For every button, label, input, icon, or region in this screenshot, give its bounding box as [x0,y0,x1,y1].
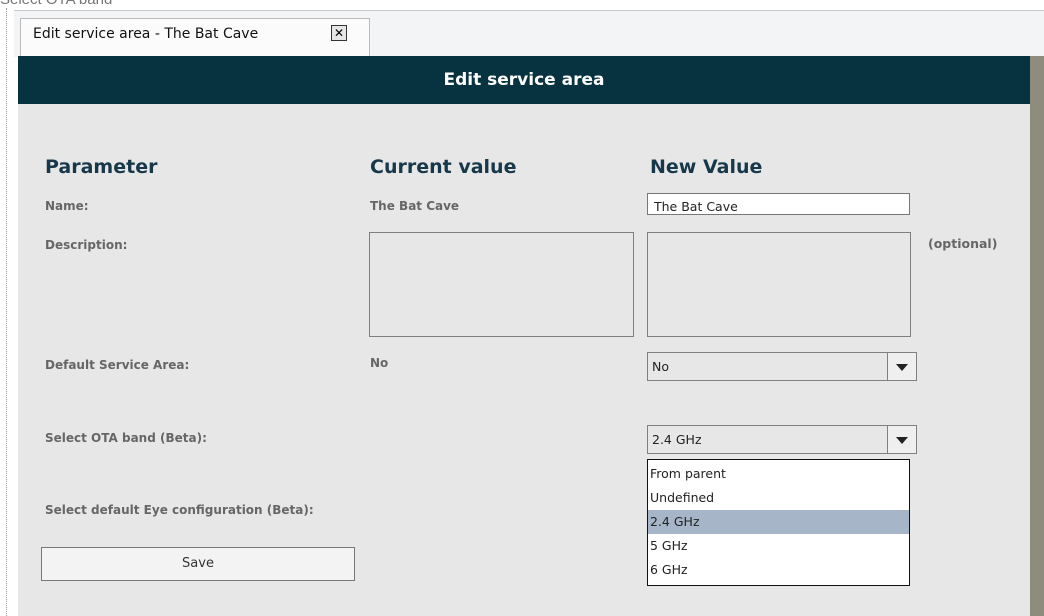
column-header-new: New Value [650,156,763,178]
ota-option-from-parent[interactable]: From parent [648,462,909,486]
name-input[interactable]: The Bat Cave [647,193,910,215]
edit-panel: Edit service area Parameter Current valu… [18,56,1030,616]
default-area-label: Default Service Area: [45,358,190,372]
ota-band-select[interactable]: 2.4 GHz [647,425,917,454]
chevron-down-icon[interactable] [887,353,916,380]
default-area-selected: No [652,359,669,374]
ota-band-dropdown: From parent Undefined 2.4 GHz 5 GHz 6 GH… [647,459,910,586]
name-label: Name: [45,199,89,213]
scrollbar-track[interactable] [1030,56,1044,616]
panel-header: Edit service area [18,56,1030,104]
column-header-current: Current value [370,156,517,178]
panel-title: Edit service area [443,70,605,90]
ota-option-6ghz[interactable]: 6 GHz [648,558,909,582]
default-area-current-value: No [370,356,389,370]
tab-edit-service-area[interactable]: Edit service area - The Bat Cave ✕ [20,18,370,56]
ota-band-selected: 2.4 GHz [652,432,702,447]
window-caption: Select OTA band [0,0,112,8]
ota-band-label: Select OTA band (Beta): [45,431,207,445]
ota-option-undefined[interactable]: Undefined [648,486,909,510]
description-label: Description: [45,238,128,252]
close-icon[interactable]: ✕ [331,25,347,41]
column-header-parameter: Parameter [45,156,158,178]
ota-option-5ghz[interactable]: 5 GHz [648,534,909,558]
description-input[interactable] [647,232,911,337]
eye-config-label: Select default Eye configuration (Beta): [45,503,314,517]
chevron-down-icon[interactable] [887,426,916,453]
default-area-select[interactable]: No [647,352,917,381]
name-current-value: The Bat Cave [370,199,460,213]
frame-border [6,8,7,616]
save-button[interactable]: Save [41,547,355,581]
ota-option-2-4ghz[interactable]: 2.4 GHz [648,510,909,534]
description-current-box [369,232,634,337]
tab-label: Edit service area - The Bat Cave [33,26,259,42]
optional-note: (optional) [928,236,998,251]
